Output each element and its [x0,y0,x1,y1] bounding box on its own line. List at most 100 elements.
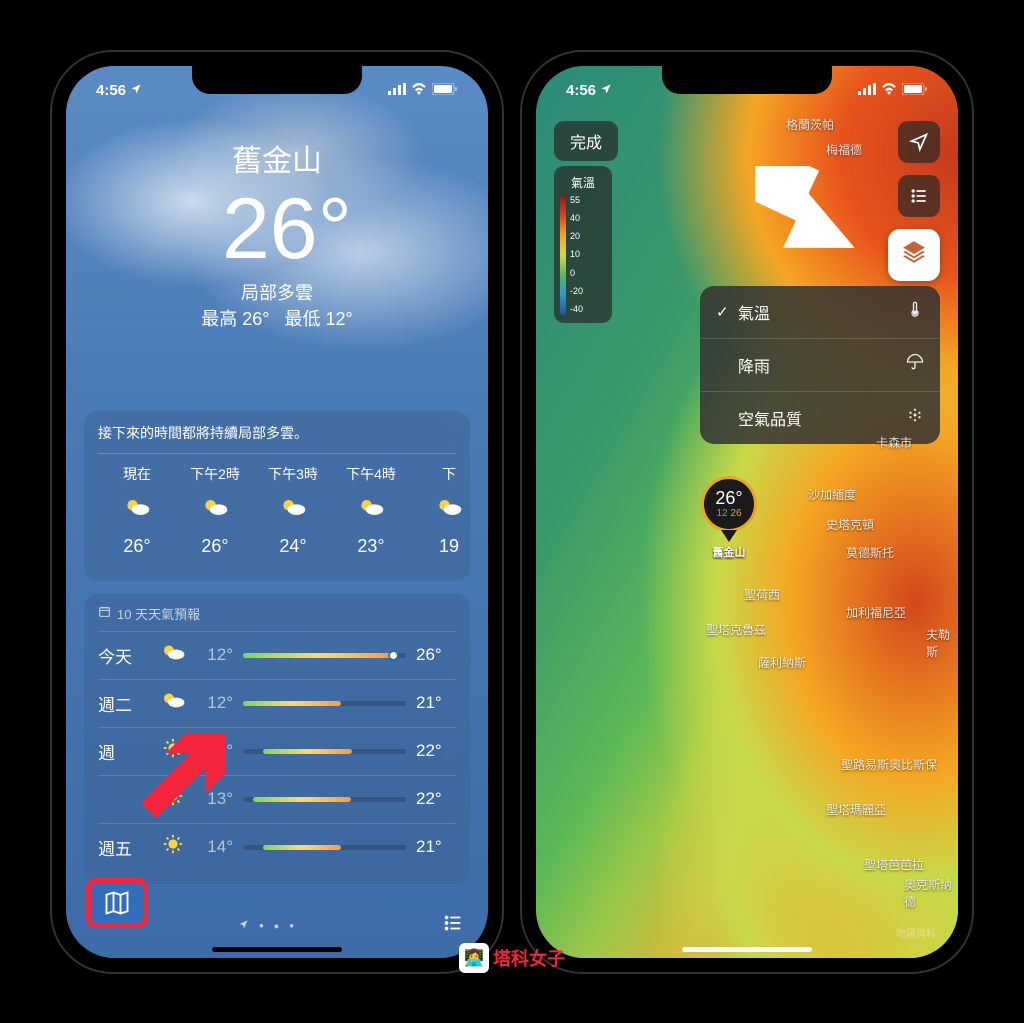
locate-button[interactable] [898,121,940,163]
list-button[interactable] [442,912,464,939]
layer-label: 氣溫 [738,300,902,324]
map-city-label: 加利福尼亞 [846,604,906,621]
home-indicator[interactable] [212,947,342,952]
map-credit[interactable]: 地圖資料 [896,925,936,940]
daily-low: 13° [193,789,233,809]
partly-cloudy-icon [98,496,176,524]
page-indicator[interactable]: ● ● ● [238,919,294,932]
legend-value: -40 [570,304,583,314]
watermark-icon: 👩‍💻 [459,943,489,973]
annotation-layers-highlight [888,229,940,281]
partly-cloudy-icon [410,496,488,524]
daily-high: 26° [416,645,456,665]
layers-button[interactable] [901,239,927,270]
location-dot-icon [238,919,249,932]
phone-left: 4:56 舊金山 26° 局部多雲 最高 26° 最低 12° 接下來的時 [52,52,502,972]
hourly-item[interactable]: 下 19 [410,464,488,557]
legend-value: -20 [570,286,583,296]
daily-day: 週二 [98,691,153,716]
weather-icon [153,690,193,716]
legend-value: 10 [570,249,583,259]
calendar-icon [98,605,111,621]
daily-low: 12° [193,693,233,713]
condition-text: 局部多雲 [66,279,488,305]
daily-day: 週 [98,739,153,764]
daily-row[interactable]: 週五 14° 21° [98,823,456,871]
daily-row[interactable]: 週二 12° 21° [98,679,456,727]
map-city-label: 奧克斯納德 [904,876,958,910]
hourly-temp: 24° [254,536,332,557]
wifi-icon [881,82,897,99]
hourly-time: 現在 [98,464,176,484]
hourly-item[interactable]: 現在 26° [98,464,176,557]
daily-row[interactable]: 週 14° 22° [98,727,456,775]
hourly-item[interactable]: 下午3時 24° [254,464,332,557]
weather-map-screen[interactable]: 4:56 完成 氣溫 554020100-20-40 [536,66,958,958]
daily-high: 21° [416,837,456,857]
phone-right: 4:56 完成 氣溫 554020100-20-40 [522,52,972,972]
temp-range-bar [243,653,406,658]
location-icon [130,82,142,99]
hourly-forecast-card[interactable]: 接下來的時間都將持續局部多雲。 現在 26°下午2時 26°下午3時 24°下午… [84,411,470,581]
weather-icon [153,737,193,765]
signal-icon [388,82,406,99]
annotation-map-highlight [86,878,148,928]
layer-label: 降雨 [738,353,902,377]
layer-option-umbrella[interactable]: 降雨 [700,339,940,392]
layer-option-thermometer[interactable]: ✓ 氣溫 [700,286,940,339]
legend-gradient [560,195,566,315]
hourly-item[interactable]: 下午4時 23° [332,464,410,557]
legend-value: 40 [570,213,583,223]
weather-summary: 舊金山 26° 局部多雲 最高 26° 最低 12° [66,136,488,331]
wifi-icon [411,82,427,99]
hourly-time: 下午4時 [332,464,410,484]
map-city-label: 沙加緬度 [808,486,856,503]
location-icon [600,82,612,99]
daily-high: 21° [416,693,456,713]
temp-range-bar [243,845,406,850]
partly-cloudy-icon [332,496,410,524]
notch [662,66,832,94]
map-city-label: 薩利納斯 [758,654,806,671]
daily-day: 週五 [98,835,153,860]
map-city-label: 莫德斯托 [846,544,894,561]
hi-lo-text: 最高 26° 最低 12° [66,305,488,331]
partly-cloudy-icon [176,496,254,524]
hourly-row[interactable]: 現在 26°下午2時 26°下午3時 24°下午4時 23°下 19 [98,464,456,557]
map-city-label: 卡森市 [876,434,912,451]
map-city-label: 聖塔瑪麗亞 [826,801,886,818]
pin-tip [721,530,737,542]
current-temperature: 26° [86,180,488,279]
daily-row[interactable]: 13° 22° [98,775,456,823]
hourly-item[interactable]: 下午2時 26° [176,464,254,557]
pin-badge: 26° 12 26 [701,476,757,532]
location-pin[interactable]: 26° 12 26 舊金山 [701,476,757,560]
thermometer-icon [902,300,924,323]
map-city-label: 夫勒斯 [926,626,958,660]
map-icon[interactable] [103,889,131,917]
notch [192,66,362,94]
weather-screen: 4:56 舊金山 26° 局部多雲 最高 26° 最低 12° 接下來的時 [66,66,488,958]
daily-title: 10 天天氣預報 [98,604,456,631]
daily-forecast-card[interactable]: 10 天天氣預報 今天 12° 26°週二 12° 21°週 14° 22° 1… [84,594,470,884]
hourly-temp: 26° [176,536,254,557]
home-indicator[interactable] [682,947,812,952]
weather-icon [153,642,193,668]
daily-high: 22° [416,789,456,809]
checkmark-icon: ✓ [716,303,738,321]
daily-low: 14° [193,837,233,857]
temp-range-bar [243,701,406,706]
map-controls [888,121,940,281]
weather-icon [153,785,193,813]
done-button[interactable]: 完成 [554,121,618,161]
map-city-label: 聖塔克魯茲 [706,621,766,638]
signal-icon [858,82,876,99]
layer-label: 空氣品質 [738,406,902,430]
daily-row[interactable]: 今天 12° 26° [98,631,456,679]
legend-title: 氣溫 [560,174,606,191]
status-time: 4:56 [566,82,596,99]
pin-city-name: 舊金山 [701,544,757,560]
hourly-temp: 23° [332,536,410,557]
locations-list-button[interactable] [898,175,940,217]
temp-range-bar [243,749,406,754]
